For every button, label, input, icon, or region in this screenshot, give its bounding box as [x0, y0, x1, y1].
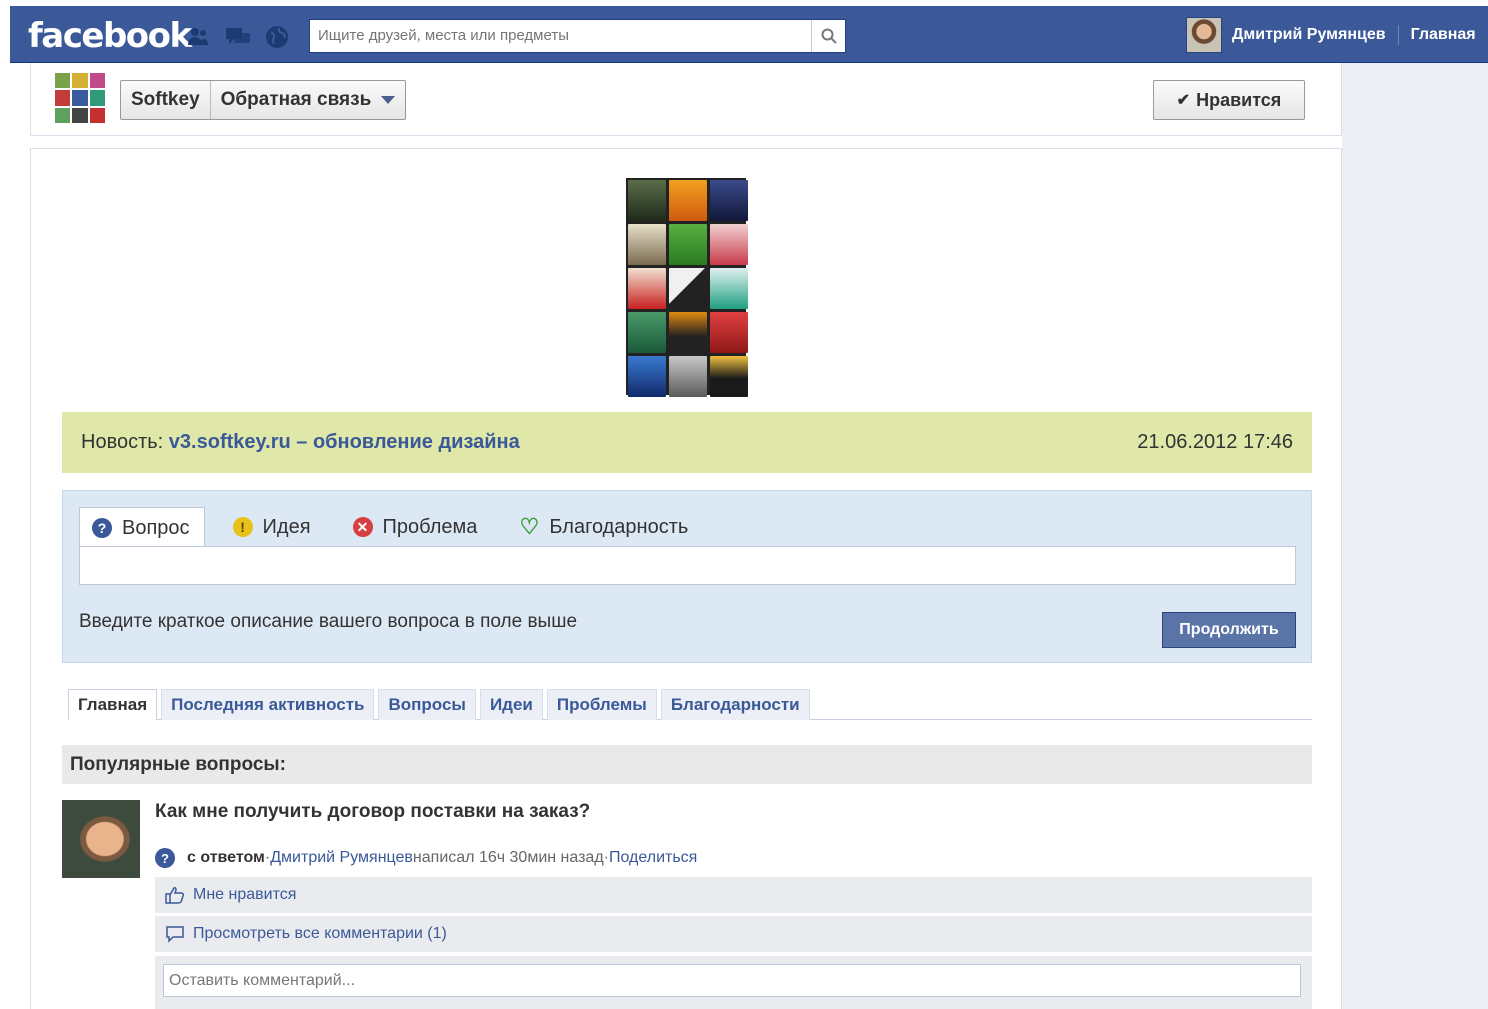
question-meta: ? с ответом · Дмитрий Румянцев написал 1…: [155, 848, 697, 868]
author-link[interactable]: Дмитрий Румянцев: [270, 849, 413, 867]
news-banner: Новость: v3.softkey.ru – обновление диза…: [62, 412, 1312, 473]
feedback-type-tabs: ? Вопрос ! Идея ✕ Проблема ♡ Благодарнос…: [79, 507, 702, 548]
question-title[interactable]: Как мне получить договор поставки на зак…: [155, 801, 590, 823]
search-icon: [821, 28, 837, 44]
tab-thanks-list[interactable]: Благодарности: [660, 689, 810, 720]
posted-time: написал 16ч 30мин назад: [412, 849, 604, 866]
notifications-globe-icon[interactable]: [264, 24, 288, 48]
comment-input[interactable]: Оставить комментарий...: [163, 964, 1301, 997]
facebook-logo[interactable]: facebook: [28, 16, 192, 56]
tab-thanks[interactable]: ♡ Благодарность: [507, 507, 702, 547]
like-page-label: Нравится: [1196, 89, 1282, 110]
product-collage-image: [626, 178, 748, 397]
tab-home[interactable]: Главная: [68, 689, 158, 721]
left-margin: [0, 63, 10, 1009]
home-link[interactable]: Главная: [1411, 26, 1476, 44]
tab-ideas[interactable]: Идеи: [479, 689, 543, 720]
softkey-page-icon[interactable]: [55, 73, 105, 123]
user-name[interactable]: Дмитрий Румянцев: [1232, 26, 1386, 44]
news-text: Новость: v3.softkey.ru – обновление диза…: [81, 431, 520, 454]
continue-button[interactable]: Продолжить: [1162, 612, 1296, 648]
tab-idea-label: Идея: [262, 515, 311, 538]
user-avatar[interactable]: [1186, 17, 1222, 53]
page-nav-buttons: Softkey Обратная связь: [120, 80, 407, 120]
tab-questions[interactable]: Вопросы: [378, 689, 476, 720]
page-name-button[interactable]: Softkey: [121, 81, 210, 119]
comment-bubble-icon: [165, 925, 185, 943]
answer-status: с ответом: [187, 849, 265, 866]
like-action-link[interactable]: Мне нравится: [193, 886, 296, 904]
heart-icon: ♡: [519, 514, 540, 539]
feedback-form: ? Вопрос ! Идея ✕ Проблема ♡ Благодарнос…: [62, 490, 1312, 663]
section-menu-dropdown[interactable]: Обратная связь: [209, 81, 406, 119]
right-column: [1342, 63, 1488, 1009]
friend-requests-icon[interactable]: [186, 24, 210, 48]
tab-problem-label: Проблема: [382, 515, 478, 538]
section-menu-label: Обратная связь: [220, 89, 372, 110]
search-box: [309, 19, 846, 53]
tab-idea[interactable]: ! Идея: [221, 507, 325, 547]
idea-icon: !: [232, 517, 253, 537]
tab-problems[interactable]: Проблемы: [546, 689, 657, 720]
question-icon: ?: [92, 518, 112, 538]
feedback-hint: Введите краткое описание вашего вопроса …: [79, 611, 578, 632]
share-link[interactable]: Поделиться: [609, 849, 697, 867]
top-bar: facebook Дмитрий Румянцев Главная: [10, 6, 1488, 63]
problem-icon: ✕: [352, 517, 373, 537]
comment-area: Оставить комментарий...: [155, 956, 1312, 1009]
news-link[interactable]: v3.softkey.ru – обновление дизайна: [169, 431, 520, 453]
news-date: 21.06.2012 17:46: [1137, 431, 1293, 453]
page-name-label: Softkey: [131, 89, 200, 110]
question-icon: ?: [155, 848, 175, 868]
search-button[interactable]: [811, 20, 845, 52]
tab-question-label: Вопрос: [122, 516, 190, 539]
feedback-input[interactable]: [79, 546, 1296, 585]
comments-action-row: Просмотреть все комментарии (1): [155, 916, 1312, 952]
popular-questions-heading: Популярные вопросы:: [62, 745, 1312, 784]
checkmark-icon: ✔: [1176, 92, 1191, 109]
like-action-row: Мне нравится: [155, 877, 1312, 913]
page-header: Softkey Обратная связь ✔ Нравится: [30, 63, 1342, 136]
user-profile-link[interactable]: Дмитрий Румянцев Главная: [1186, 17, 1476, 53]
tab-problem[interactable]: ✕ Проблема: [341, 507, 492, 547]
chevron-down-icon: [381, 96, 396, 104]
news-prefix: Новость:: [81, 431, 164, 453]
thumbs-up-icon: [165, 886, 185, 904]
tab-question[interactable]: ? Вопрос: [79, 507, 205, 548]
view-comments-link[interactable]: Просмотреть все комментарии (1): [193, 925, 447, 943]
content-tabs: Главная Последняя активность Вопросы Иде…: [68, 689, 1312, 721]
divider: [1397, 25, 1399, 45]
author-avatar[interactable]: [62, 800, 140, 878]
messages-icon[interactable]: [225, 24, 250, 48]
tab-thanks-label: Благодарность: [549, 515, 689, 538]
search-input[interactable]: [310, 20, 800, 50]
tab-recent-activity[interactable]: Последняя активность: [161, 689, 375, 720]
like-page-button[interactable]: ✔ Нравится: [1153, 80, 1305, 120]
